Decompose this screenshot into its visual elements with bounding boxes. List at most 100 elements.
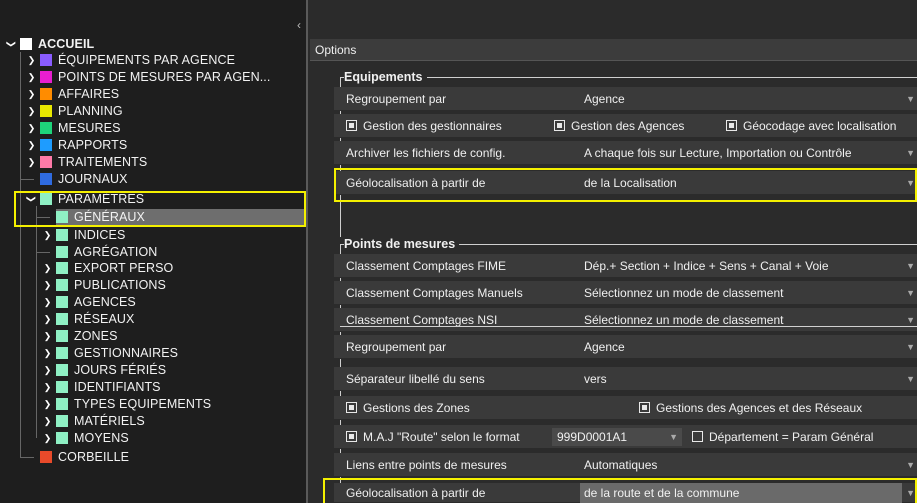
chevron-right-icon[interactable]: ❯ bbox=[26, 103, 37, 119]
chevron-right-icon[interactable]: ❯ bbox=[42, 260, 53, 276]
chevron-right-icon[interactable]: ❯ bbox=[42, 311, 53, 327]
checkbox-checked-icon[interactable] bbox=[554, 120, 565, 131]
collapse-panel-icon[interactable]: ‹ bbox=[294, 18, 304, 32]
chevron-down-icon[interactable]: ▼ bbox=[906, 367, 915, 391]
pm-departement-checkbox[interactable]: Département = Param Général bbox=[692, 425, 873, 449]
tree-item-label: AGRÉGATION bbox=[74, 245, 158, 259]
chevron-down-icon[interactable]: ▼ bbox=[906, 281, 915, 305]
chevron-right-icon[interactable]: ❯ bbox=[26, 69, 37, 85]
checkbox-checked-icon[interactable] bbox=[639, 402, 650, 413]
checkbox-checked-icon[interactable] bbox=[346, 120, 357, 131]
pm-liens-label: Liens entre points de mesures bbox=[346, 458, 507, 472]
pm-liens-row[interactable]: Liens entre points de mesures Automatiqu… bbox=[334, 453, 917, 477]
options-header: Options bbox=[310, 39, 917, 61]
pm-manuels-row[interactable]: Classement Comptages Manuels Sélectionne… bbox=[334, 281, 917, 305]
tree-item[interactable]: CORBEILLE bbox=[26, 449, 129, 465]
eq-archiver-row[interactable]: Archiver les fichiers de config. A chaqu… bbox=[334, 141, 917, 165]
pm-maj-format-select[interactable]: 999D0001A1 ▼ bbox=[552, 428, 682, 446]
tree-item[interactable]: ❯ AFFAIRES bbox=[26, 86, 119, 102]
eq-gestionnaires-checkbox[interactable]: Gestion des gestionnaires bbox=[346, 114, 502, 138]
pm-regroupement-row[interactable]: Regroupement par Agence ▼ bbox=[334, 335, 917, 359]
chevron-right-icon[interactable]: ❯ bbox=[42, 328, 53, 344]
tree-item[interactable]: ❯ RAPPORTS bbox=[26, 137, 128, 153]
chevron-right-icon[interactable]: ❯ bbox=[26, 154, 37, 170]
tree-item[interactable]: ❯ IDENTIFIANTS bbox=[42, 379, 161, 395]
eq-geocodage-checkbox[interactable]: Géocodage avec localisation bbox=[726, 114, 896, 138]
tree-item[interactable]: ❯ JOURS FÉRIÉS bbox=[42, 362, 166, 378]
pm-nsi-select[interactable]: Sélectionnez un mode de classement bbox=[584, 308, 783, 332]
color-swatch-icon bbox=[20, 38, 32, 50]
tree-item[interactable]: ❯ TYPES EQUIPEMENTS bbox=[42, 396, 211, 412]
tree-item[interactable]: ❯ EXPORT PERSO bbox=[42, 260, 174, 276]
chevron-right-icon[interactable]: ❯ bbox=[42, 379, 53, 395]
checkbox-checked-icon[interactable] bbox=[346, 402, 357, 413]
eq-gestionnaires-label: Gestion des gestionnaires bbox=[363, 119, 502, 133]
chevron-down-icon[interactable]: ▼ bbox=[906, 254, 915, 278]
tree-item[interactable]: ❯ MATÉRIELS bbox=[42, 413, 145, 429]
pm-manuels-select[interactable]: Sélectionnez un mode de classement bbox=[584, 281, 783, 305]
eq-regroupement-select[interactable]: Agence bbox=[584, 87, 625, 111]
tree-item[interactable]: ❯ ACCUEIL bbox=[4, 36, 95, 52]
chevron-down-icon[interactable]: ▼ bbox=[906, 87, 915, 111]
chevron-right-icon[interactable]: ❯ bbox=[42, 413, 53, 429]
chevron-down-icon[interactable]: ▼ bbox=[906, 453, 915, 477]
tree-item[interactable]: ❯ ÉQUIPEMENTS PAR AGENCE bbox=[26, 52, 235, 68]
tree-item-label: EXPORT PERSO bbox=[74, 261, 174, 275]
chevron-right-icon[interactable]: ❯ bbox=[26, 137, 37, 153]
tree-item-label: TYPES EQUIPEMENTS bbox=[74, 397, 212, 411]
tree-item[interactable]: ❯ TRAITEMENTS bbox=[26, 154, 147, 170]
tree-item[interactable]: ❯ AGENCES bbox=[42, 294, 136, 310]
pm-zones-checkbox[interactable]: Gestions des Zones bbox=[346, 396, 470, 420]
chevron-right-icon[interactable]: ❯ bbox=[42, 362, 53, 378]
pm-nsi-row[interactable]: Classement Comptages NSI Sélectionnez un… bbox=[334, 308, 917, 332]
chevron-right-icon[interactable]: ❯ bbox=[42, 396, 53, 412]
chevron-right-icon[interactable]: ❯ bbox=[26, 52, 37, 68]
pm-liens-select[interactable]: Automatiques bbox=[584, 453, 657, 477]
pm-maj-checkbox[interactable]: M.A.J "Route" selon le format bbox=[346, 425, 520, 449]
chevron-right-icon[interactable]: ❯ bbox=[42, 430, 53, 446]
navigation-tree: ‹ ❯ ACCUEIL ❯ ÉQUIPEMENTS PAR AGENCE ❯ POINTS… bbox=[0, 0, 306, 503]
tree-item[interactable]: ❯ PLANNING bbox=[26, 103, 123, 119]
tree-item[interactable]: ❯ POINTS DE MESURES PAR AGEN... bbox=[26, 69, 271, 85]
checkbox-checked-icon[interactable] bbox=[726, 120, 737, 131]
pm-separateur-row[interactable]: Séparateur libellé du sens vers ▼ bbox=[334, 367, 917, 391]
checkbox-unchecked-icon[interactable] bbox=[692, 431, 703, 442]
chevron-down-icon[interactable]: ▼ bbox=[906, 335, 915, 359]
eq-agences-checkbox[interactable]: Gestion des Agences bbox=[554, 114, 684, 138]
chevron-right-icon[interactable]: ❯ bbox=[26, 86, 37, 102]
tree-item[interactable]: ❯ PUBLICATIONS bbox=[42, 277, 166, 293]
tree-item[interactable]: JOURNAUX bbox=[26, 171, 128, 187]
chevron-right-icon[interactable]: ❯ bbox=[42, 277, 53, 293]
chevron-down-icon[interactable]: ▼ bbox=[669, 428, 678, 446]
pm-fime-row[interactable]: Classement Comptages FIME Dép.+ Section … bbox=[334, 254, 917, 278]
tree-item[interactable]: ❯ MOYENS bbox=[42, 430, 129, 446]
chevron-right-icon[interactable]: ❯ bbox=[26, 120, 37, 136]
pm-agences-reseaux-checkbox[interactable]: Gestions des Agences et des Réseaux bbox=[639, 396, 862, 420]
tree-item[interactable]: ❯ RÉSEAUX bbox=[42, 311, 135, 327]
chevron-right-icon[interactable]: ❯ bbox=[42, 227, 53, 243]
chevron-right-icon[interactable]: ❯ bbox=[42, 294, 53, 310]
tree-item-label: MESURES bbox=[58, 121, 121, 135]
pm-fime-select[interactable]: Dép.+ Section + Indice + Sens + Canal + … bbox=[584, 254, 829, 278]
pm-departement-label: Département = Param Général bbox=[709, 430, 874, 444]
eq-regroupement-row[interactable]: Regroupement par Agence ▼ bbox=[334, 87, 917, 111]
color-swatch-icon bbox=[56, 313, 68, 325]
tree-item[interactable]: ❯ MESURES bbox=[26, 120, 121, 136]
chevron-right-icon[interactable]: ❯ bbox=[42, 345, 53, 361]
pm-regroupement-label: Regroupement par bbox=[346, 340, 447, 354]
eq-archiver-select[interactable]: A chaque fois sur Lecture, Importation o… bbox=[584, 141, 852, 165]
chevron-down-icon[interactable]: ❯ bbox=[4, 39, 20, 50]
tree-item[interactable]: ❯ INDICES bbox=[42, 227, 126, 243]
color-swatch-icon bbox=[56, 262, 68, 274]
color-swatch-icon bbox=[56, 246, 68, 258]
chevron-down-icon[interactable]: ▼ bbox=[906, 141, 915, 165]
color-swatch-icon bbox=[40, 139, 52, 151]
tree-item[interactable]: ❯ ZONES bbox=[42, 328, 118, 344]
pm-regroupement-select[interactable]: Agence bbox=[584, 335, 625, 359]
checkbox-checked-icon[interactable] bbox=[346, 431, 357, 442]
tree-item[interactable]: AGRÉGATION bbox=[42, 244, 157, 260]
pm-separateur-select[interactable]: vers bbox=[584, 367, 607, 391]
tree-item[interactable]: ❯ GESTIONNAIRES bbox=[42, 345, 178, 361]
eq-geocodage-label: Géocodage avec localisation bbox=[743, 119, 897, 133]
chevron-down-icon[interactable]: ▼ bbox=[906, 308, 915, 332]
